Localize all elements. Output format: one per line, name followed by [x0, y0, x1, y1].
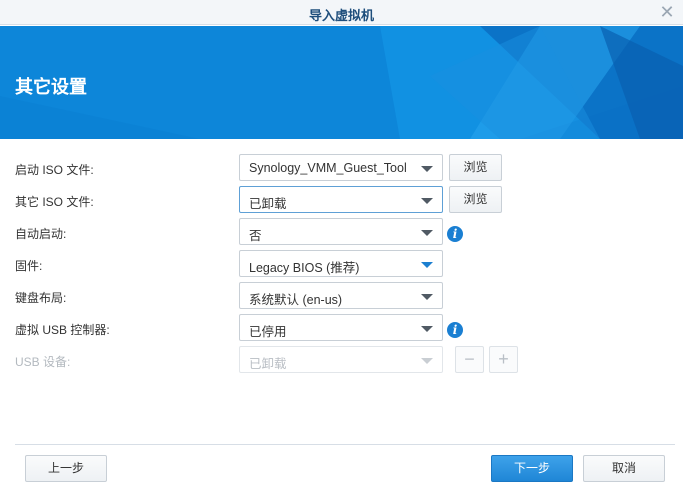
usb-device-select: 已卸载	[239, 346, 443, 373]
firmware-value: Legacy BIOS (推荐)	[249, 261, 360, 275]
remove-usb-button: −	[455, 346, 484, 373]
info-icon[interactable]: i	[447, 226, 463, 242]
page-heading: 其它设置	[15, 77, 87, 97]
usb-device-value: 已卸载	[249, 357, 287, 371]
chevron-down-icon	[421, 230, 433, 236]
firmware-label: 固件:	[15, 259, 43, 273]
other-iso-label: 其它 ISO 文件:	[15, 195, 94, 209]
chevron-down-icon	[421, 166, 433, 172]
keyboard-select[interactable]: 系统默认 (en-us)	[239, 282, 443, 309]
chevron-down-icon	[421, 358, 433, 364]
cancel-button[interactable]: 取消	[583, 455, 665, 482]
usb-controller-label: 虚拟 USB 控制器:	[15, 323, 110, 337]
previous-button[interactable]: 上一步	[25, 455, 107, 482]
chevron-down-icon	[421, 262, 433, 268]
keyboard-value: 系统默认 (en-us)	[249, 293, 343, 307]
autostart-value: 否	[249, 229, 262, 243]
boot-iso-value: Synology_VMM_Guest_Tool	[249, 161, 407, 175]
keyboard-label: 键盘布局:	[15, 291, 67, 305]
usb-device-label: USB 设备:	[15, 355, 71, 369]
window-title: 导入虚拟机	[308, 8, 374, 23]
boot-iso-select[interactable]: Synology_VMM_Guest_Tool	[239, 154, 443, 181]
add-usb-button: +	[489, 346, 518, 373]
chevron-down-icon	[421, 198, 433, 204]
other-iso-browse-button[interactable]: 浏览	[449, 186, 502, 213]
firmware-select[interactable]: Legacy BIOS (推荐)	[239, 250, 443, 277]
other-iso-value: 已卸载	[249, 197, 287, 211]
autostart-label: 自动启动:	[15, 227, 67, 241]
header-banner: 其它设置	[0, 26, 683, 139]
autostart-select[interactable]: 否	[239, 218, 443, 245]
boot-iso-label: 启动 ISO 文件:	[15, 163, 94, 177]
info-icon[interactable]: i	[447, 322, 463, 338]
usb-controller-select[interactable]: 已停用	[239, 314, 443, 341]
next-button[interactable]: 下一步	[491, 455, 573, 482]
chevron-down-icon	[421, 326, 433, 332]
boot-iso-browse-button[interactable]: 浏览	[449, 154, 502, 181]
footer-divider	[15, 444, 675, 445]
usb-controller-value: 已停用	[249, 325, 287, 339]
other-iso-select[interactable]: 已卸载	[239, 186, 443, 213]
chevron-down-icon	[421, 294, 433, 300]
close-icon[interactable]: ✕	[657, 2, 677, 22]
title-bar: 导入虚拟机 ✕	[0, 0, 683, 25]
banner-background	[0, 26, 683, 139]
